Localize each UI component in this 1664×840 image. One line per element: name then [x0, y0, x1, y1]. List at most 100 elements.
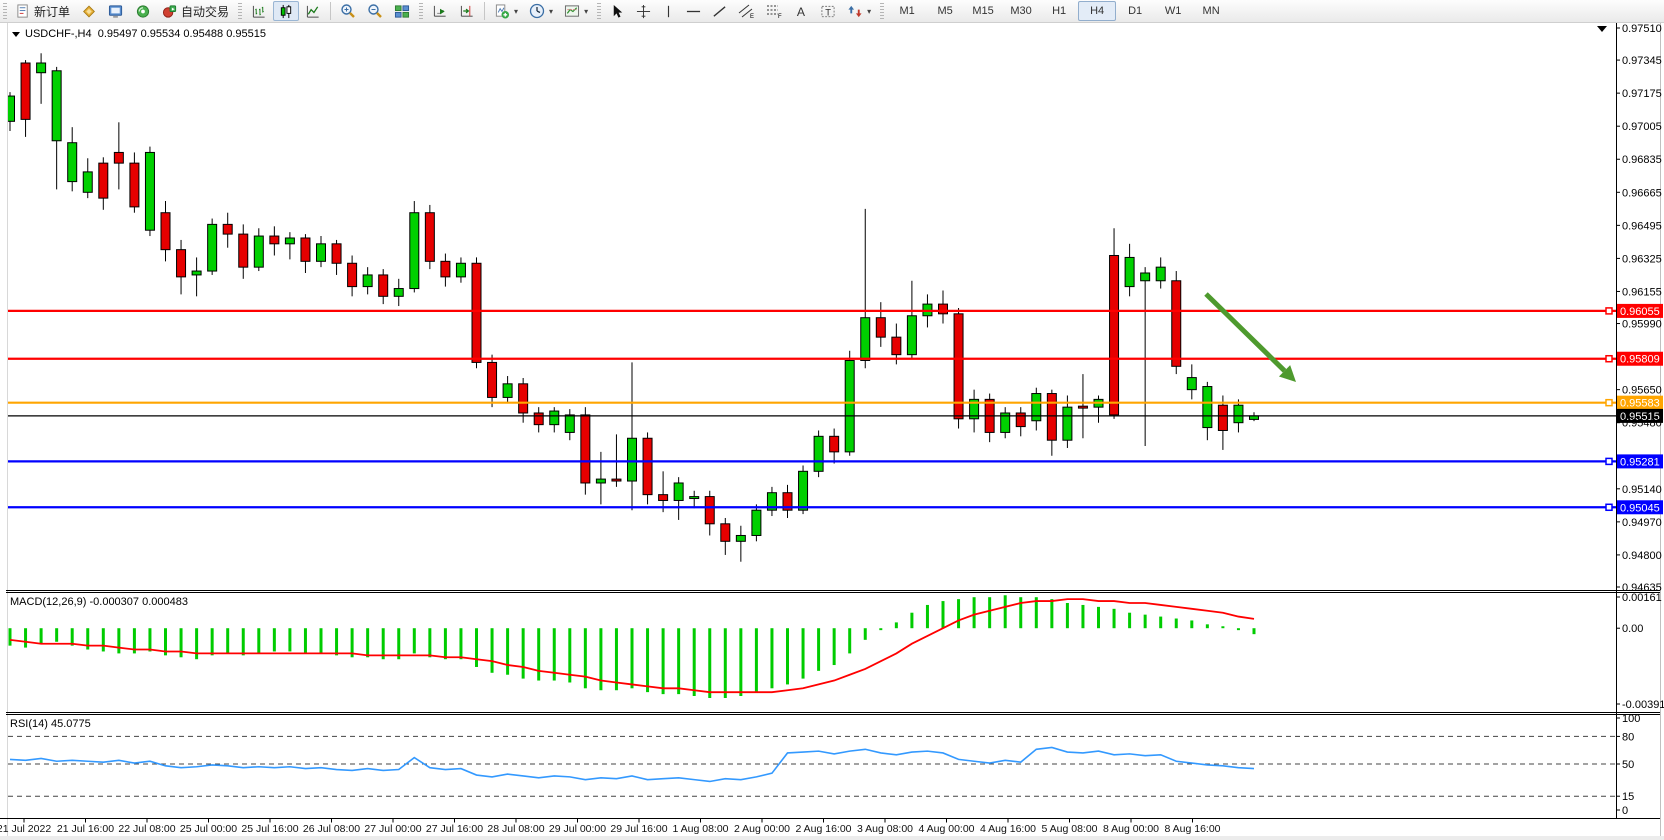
cursor-icon: [610, 4, 625, 19]
candlestick-icon: [278, 4, 294, 19]
timeframe-m1-button[interactable]: M1: [888, 1, 926, 21]
terminal-icon: [108, 4, 124, 19]
bar-chart-mode-button[interactable]: [246, 1, 272, 21]
autotrading-button[interactable]: 自动交易: [157, 1, 234, 21]
terminal-button[interactable]: [103, 1, 129, 21]
tile-windows-icon: [394, 4, 410, 19]
gold-chart-icon: [81, 4, 97, 19]
template-icon: [564, 4, 580, 19]
signals-button[interactable]: [130, 1, 156, 21]
svg-text:0.95140: 0.95140: [1622, 484, 1662, 496]
zoom-in-button[interactable]: [335, 1, 361, 21]
timeframe-h4-button[interactable]: H4: [1078, 1, 1116, 21]
svg-text:4 Aug 00:00: 4 Aug 00:00: [918, 823, 974, 835]
crosshair-icon: [636, 4, 651, 19]
text-tool-button[interactable]: A: [789, 1, 814, 21]
cursor-tool-button[interactable]: [605, 1, 630, 21]
svg-text:0.95281: 0.95281: [1620, 456, 1660, 468]
chart-ohlc-values: 0.95497 0.95534 0.95488 0.95515: [98, 28, 266, 40]
toolbar-grip[interactable]: [880, 3, 884, 19]
autotrading-icon: [162, 4, 178, 19]
svg-text:100: 100: [1622, 713, 1640, 725]
svg-text:25 Jul 16:00: 25 Jul 16:00: [241, 823, 298, 835]
svg-text:3 Aug 08:00: 3 Aug 08:00: [857, 823, 913, 835]
arrows-tool-button[interactable]: ▾: [842, 1, 876, 21]
chart-shift-icon: [459, 4, 475, 19]
timeframe-mn-button[interactable]: MN: [1192, 1, 1230, 21]
svg-text:0.00161: 0.00161: [1622, 592, 1662, 604]
line-chart-mode-button[interactable]: [300, 1, 326, 21]
new-order-label: 新订单: [34, 3, 70, 20]
tile-windows-button[interactable]: [389, 1, 415, 21]
svg-text:5 Aug 08:00: 5 Aug 08:00: [1041, 823, 1097, 835]
candlestick-mode-button[interactable]: [273, 1, 299, 21]
templates-button[interactable]: ▾: [559, 1, 593, 21]
svg-text:26 Jul 08:00: 26 Jul 08:00: [303, 823, 360, 835]
hline-handle[interactable]: [1606, 400, 1612, 406]
svg-text:22 Jul 08:00: 22 Jul 08:00: [118, 823, 175, 835]
svg-text:0.97005: 0.97005: [1622, 121, 1662, 133]
equidistant-channel-icon: E: [738, 3, 755, 19]
svg-text:0.95809: 0.95809: [1620, 354, 1660, 366]
timeframe-m15-button[interactable]: M15: [964, 1, 1002, 21]
timeframe-m30-button[interactable]: M30: [1002, 1, 1040, 21]
svg-text:21 Jul 2022: 21 Jul 2022: [0, 823, 51, 835]
add-indicator-button[interactable]: ▾: [489, 1, 523, 21]
chart-shift-button[interactable]: [454, 1, 480, 21]
toolbar: 新订单 自动交易: [0, 0, 1664, 23]
horizontal-line-icon: [686, 4, 701, 19]
svg-text:1 Aug 08:00: 1 Aug 08:00: [672, 823, 728, 835]
auto-scroll-button[interactable]: [427, 1, 453, 21]
timeframe-w1-button[interactable]: W1: [1154, 1, 1192, 21]
fibonacci-icon: F: [766, 3, 783, 19]
svg-text:F: F: [778, 14, 782, 19]
timeframe-group: M1M5M15M30H1H4D1W1MN: [888, 1, 1230, 21]
svg-text:0.95650: 0.95650: [1622, 385, 1662, 397]
timeframe-m5-button[interactable]: M5: [926, 1, 964, 21]
macd-name: MACD(12,26,9): [10, 596, 86, 608]
hline-handle[interactable]: [1606, 356, 1612, 362]
svg-text:0.96495: 0.96495: [1622, 220, 1662, 232]
macd-indicator-label: MACD(12,26,9) -0.000307 0.000483: [10, 596, 188, 608]
svg-text:80: 80: [1622, 731, 1634, 743]
bar-chart-icon: [251, 4, 267, 19]
toolbar-grip[interactable]: [238, 3, 242, 19]
svg-text:0.96325: 0.96325: [1622, 253, 1662, 265]
new-order-icon: [16, 4, 31, 19]
signal-icon: [135, 4, 151, 19]
horizontal-line-tool-button[interactable]: [681, 1, 706, 21]
toolbar-grip[interactable]: [3, 3, 7, 19]
svg-text:0.97175: 0.97175: [1622, 88, 1662, 100]
svg-text:T: T: [825, 7, 831, 17]
trendline-icon: [712, 4, 727, 19]
toolbar-grip[interactable]: [419, 3, 423, 19]
zoom-out-button[interactable]: [362, 1, 388, 21]
timeframe-h1-button[interactable]: H1: [1040, 1, 1078, 21]
crosshair-tool-button[interactable]: [631, 1, 656, 21]
svg-text:0.97510: 0.97510: [1622, 23, 1662, 35]
mt4-window: 新订单 自动交易: [0, 0, 1664, 840]
clock-icon: [529, 3, 545, 19]
timeframe-d1-button[interactable]: D1: [1116, 1, 1154, 21]
toolbar-grip[interactable]: [597, 3, 601, 19]
channel-tool-button[interactable]: E: [733, 1, 760, 21]
hline-handle[interactable]: [1606, 308, 1612, 314]
chart-canvas[interactable]: 0.960550.958090.955830.955150.952810.950…: [0, 0, 1664, 840]
periods-button[interactable]: ▾: [524, 1, 558, 21]
vertical-line-tool-button[interactable]: [657, 1, 680, 21]
svg-text:50: 50: [1622, 759, 1634, 771]
hline-handle[interactable]: [1606, 504, 1612, 510]
new-order-button[interactable]: 新订单: [11, 1, 75, 21]
text-label-tool-button[interactable]: T: [815, 1, 841, 21]
chart-menu-icon[interactable]: [12, 32, 20, 37]
fibonacci-tool-button[interactable]: F: [761, 1, 788, 21]
hline-handle[interactable]: [1606, 458, 1612, 464]
svg-text:0.94970: 0.94970: [1622, 517, 1662, 529]
svg-text:0.94800: 0.94800: [1622, 550, 1662, 562]
market-watch-button[interactable]: [76, 1, 102, 21]
trendline-tool-button[interactable]: [707, 1, 732, 21]
chevron-down-icon: ▾: [867, 7, 871, 16]
svg-text:27 Jul 16:00: 27 Jul 16:00: [426, 823, 483, 835]
chart-header: USDCHF-,H4 0.95497 0.95534 0.95488 0.955…: [12, 28, 266, 40]
zoom-in-icon: [340, 3, 356, 19]
